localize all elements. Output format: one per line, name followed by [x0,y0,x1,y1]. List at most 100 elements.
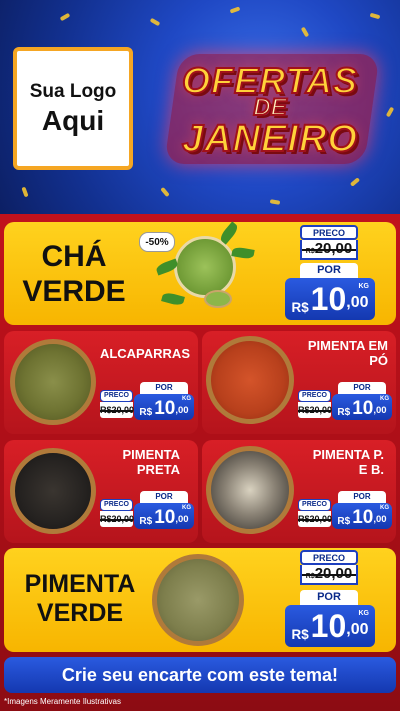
por-label: POR [300,590,358,605]
black-white-pepper-bowl-image [206,446,294,534]
product-name-line1: PIMENTA [24,570,136,598]
banner-title: OFERTAS DE JANEIRO [150,40,390,190]
cta-banner: Crie seu encarte com este tema! [4,657,396,693]
confetti [229,6,241,14]
product-name-line2: E B. [358,461,384,477]
new-price: R$ 10,00 KG [285,605,375,647]
strike-line [298,519,331,521]
logo-placeholder: Sua Logo Aqui [13,47,133,170]
confetti [21,186,29,198]
product-name: ALCAPARRAS [90,346,190,362]
price-cents: ,00 [373,514,387,526]
strike-line [298,410,331,412]
por-label: POR [338,382,386,394]
featured-price-box: PRECO R$20,00 POR R$10,00 KG [285,225,377,323]
green-tea-spoon-image [204,290,232,308]
disclaimer-text: *Imagens Meramente Ilustrativas [4,697,121,706]
product-name-line2: PRETA [136,461,180,477]
new-price: R$ 10,00 KG [332,503,392,529]
price-integer: 10 [310,608,347,644]
old-price: R$20,00 [300,240,358,260]
por-label: POR [140,382,188,394]
confetti [149,17,161,27]
product-name: PIMENTA VERDE [10,570,150,628]
price-integer: 10 [154,398,176,419]
price-currency: R$ [291,627,309,643]
price-unit: KG [380,505,389,511]
price-integer: 10 [352,507,374,528]
price-integer: 10 [310,281,347,317]
product-name-line2: VERDE [22,274,126,308]
new-price: R$ 10,00 KG [134,394,194,420]
new-price: R$ 10,00 KG [134,503,194,529]
product-name-line1: CHÁ [41,240,107,273]
product-name-line1: ALCAPARRAS [99,346,190,361]
price-cents: ,00 [373,405,387,417]
price-cents: ,00 [346,620,369,638]
confetti [369,12,381,20]
pepper-powder-bowl-image [206,336,294,424]
strike-line [302,574,356,576]
confetti [59,12,71,22]
por-label: POR [338,491,386,503]
product-name-line2: PÓ [369,352,388,368]
green-pepper-bowl-image [152,554,244,646]
preco-label: PRECO [300,225,358,240]
logo-line2: Aqui [41,104,105,136]
capers-bowl-image [10,339,96,425]
logo-line1: Sua Logo [29,80,117,102]
product-name-line2: VERDE [36,598,124,627]
price-integer: 10 [352,398,374,419]
price-cents: ,00 [346,293,369,311]
price-cents: ,00 [175,405,189,417]
por-label: POR [140,491,188,503]
product-name-line1: PIMENTA P. [312,447,384,462]
confetti [300,26,310,38]
price-unit: KG [182,396,191,402]
product-price-box: PRECO R$20,00 POR R$10,00 KG [298,382,392,422]
confetti [269,199,281,205]
product-name: PIMENTA P. E B. [284,447,384,478]
strike-line [302,249,356,251]
preco-label: PRECO [298,499,331,511]
preco-label: PRECO [300,550,358,565]
header-banner: Sua Logo Aqui OFERTAS DE JANEIRO [0,0,400,218]
product-price-box: PRECO R$20,00 POR R$10,00 KG [298,491,392,531]
tea-leaf-icon [161,291,185,307]
old-price: R$20,00 [100,511,134,527]
price-unit: KG [358,610,370,617]
discount-badge: -50% [139,232,175,252]
old-price: R$20,00 [300,565,358,585]
product-name-line1: PIMENTA [122,447,180,462]
old-price: R$20,00 [100,402,134,418]
green-tea-bowl-image [174,236,236,298]
strike-line [100,519,133,521]
product-name: PIMENTA EM PÓ [288,338,388,369]
product-name: CHÁ VERDE [14,240,134,309]
price-integer: 10 [154,507,176,528]
strike-line [100,410,133,412]
price-currency: R$ [291,300,309,316]
por-label: POR [300,263,358,278]
old-price: R$20,00 [298,402,332,418]
product-name: PIMENTA PRETA [80,447,180,478]
product-name-line1: PIMENTA EM [307,338,388,353]
price-unit: KG [182,505,191,511]
product-price-box: PRECO R$20,00 POR R$10,00 KG [100,491,194,531]
price-currency: R$ [337,406,351,418]
price-currency: R$ [139,515,153,527]
price-unit: KG [358,283,370,290]
new-price: R$ 10,00 KG [332,394,392,420]
banner-title-line3: JANEIRO [181,117,358,161]
price-unit: KG [380,396,389,402]
featured-price-box: PRECO R$20,00 POR R$10,00 KG [285,550,377,650]
preco-label: PRECO [100,499,133,511]
price-cents: ,00 [175,514,189,526]
preco-label: PRECO [100,390,133,402]
preco-label: PRECO [298,390,331,402]
tea-leaf-icon [218,221,240,245]
price-currency: R$ [337,515,351,527]
new-price: R$ 10,00 KG [285,278,375,320]
product-price-box: PRECO R$20,00 POR R$10,00 KG [100,382,194,422]
price-currency: R$ [139,406,153,418]
